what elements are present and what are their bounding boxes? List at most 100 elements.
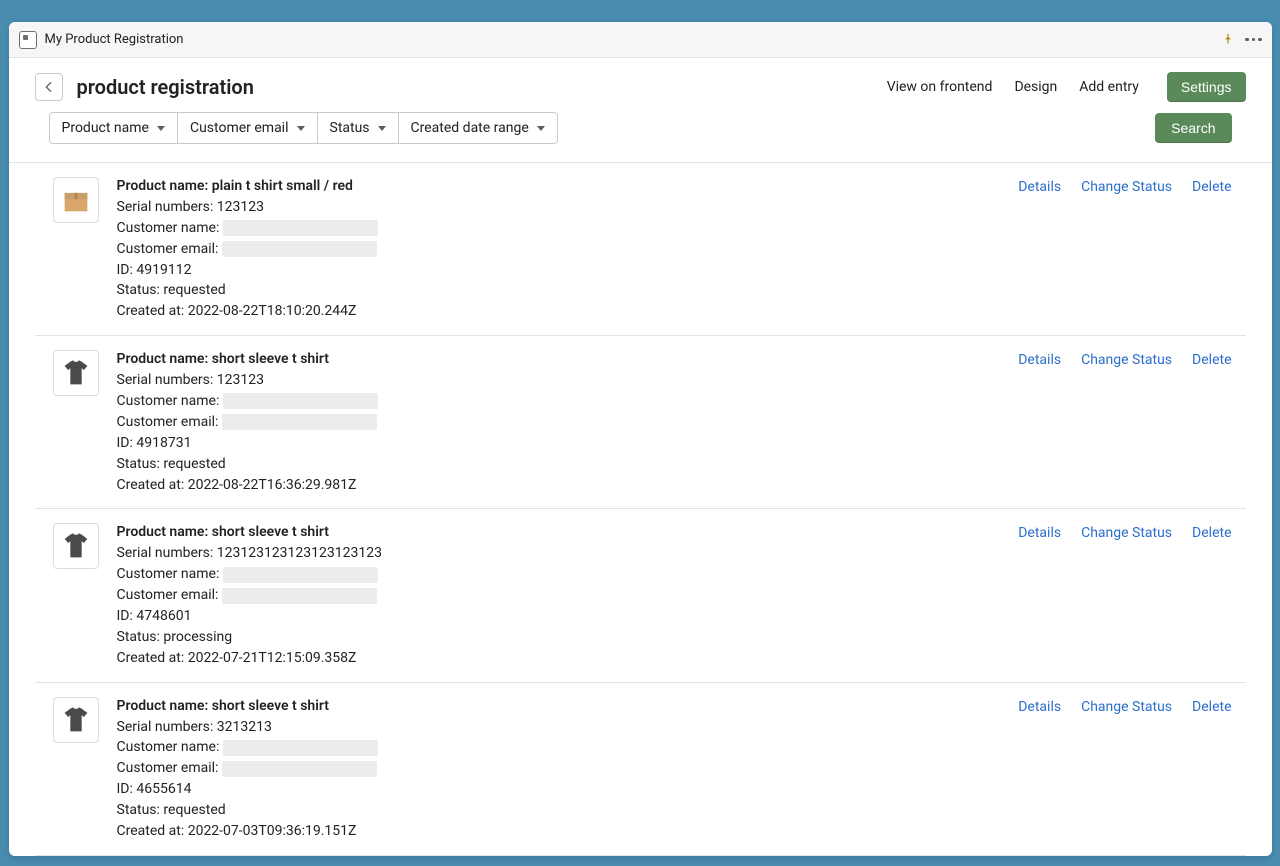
page-header: product registration View on frontend De… <box>9 58 1272 112</box>
entry-actions: Details Change Status Delete <box>1018 177 1231 321</box>
field-value: short sleeve t shirt <box>212 523 329 542</box>
settings-button[interactable]: Settings <box>1167 72 1246 102</box>
app-window: My Product Registration product registra… <box>9 22 1272 856</box>
redacted-value <box>222 241 377 257</box>
entry-field: Status: requested <box>117 455 1001 474</box>
field-value: 2022-08-22T16:36:29.981Z <box>188 476 357 495</box>
redacted-value <box>223 740 378 756</box>
field-label: Customer name: <box>117 738 223 757</box>
chevron-down-icon <box>157 126 165 131</box>
change-status-link[interactable]: Change Status <box>1081 699 1172 715</box>
field-value: processing <box>163 628 232 647</box>
field-label: Status: <box>117 801 164 820</box>
entry-body: Product name: short sleeve t shirt Serial… <box>117 523 1001 667</box>
pin-icon[interactable] <box>1221 33 1235 47</box>
delete-link[interactable]: Delete <box>1192 352 1231 368</box>
field-label: Customer email: <box>117 586 222 605</box>
field-label: Status: <box>117 455 164 474</box>
entry-row: Product name: plain t shirt small / red S… <box>35 163 1246 336</box>
entry-field: Created at: 2022-08-22T18:10:20.244Z <box>117 302 1001 321</box>
entry-field: Customer email: <box>117 586 1001 605</box>
field-value: plain t shirt small / red <box>212 177 353 196</box>
details-link[interactable]: Details <box>1018 699 1061 715</box>
entry-field: ID: 4748601 <box>117 607 1001 626</box>
entry-field: Created at: 2022-07-21T12:15:09.358Z <box>117 649 1001 668</box>
entry-row: Product name: short sleeve t shirt Serial… <box>35 509 1246 682</box>
entry-field: Product name: short sleeve t shirt <box>117 523 1001 542</box>
filter-customer-email[interactable]: Customer email <box>178 112 318 144</box>
delete-link[interactable]: Delete <box>1192 699 1231 715</box>
field-label: Status: <box>117 281 164 300</box>
field-label: ID: <box>117 261 137 280</box>
page-title: product registration <box>77 75 254 99</box>
design-link[interactable]: Design <box>1014 79 1057 95</box>
redacted-value <box>222 414 377 430</box>
entry-row: Product name: short sleeve t shirtSerial… <box>35 336 1246 509</box>
entry-field: Status: requested <box>117 801 1001 820</box>
back-button[interactable] <box>35 73 63 101</box>
entry-field: Serial numbers: 123123123123123123123 <box>117 544 1001 563</box>
entry-field: Serial numbers: 123123 <box>117 371 1001 390</box>
field-value: 4919112 <box>136 261 191 280</box>
topbar: My Product Registration <box>9 22 1272 58</box>
field-label: ID: <box>117 607 137 626</box>
change-status-link[interactable]: Change Status <box>1081 179 1172 195</box>
field-value: 2022-07-21T12:15:09.358Z <box>188 649 357 668</box>
field-label: Serial numbers: <box>117 198 217 217</box>
entry-field: Serial numbers: 123123 <box>117 198 1001 217</box>
filter-label: Created date range <box>411 120 529 136</box>
delete-link[interactable]: Delete <box>1192 179 1231 195</box>
entry-row: Product name: short sleeve t shirt Serial… <box>35 683 1246 856</box>
entry-field: Customer email: <box>117 240 1001 259</box>
filter-label: Product name <box>62 120 149 136</box>
entry-body: Product name: short sleeve t shirtSerial… <box>117 350 1001 494</box>
redacted-value <box>223 567 378 583</box>
entry-field: Customer name: <box>117 392 1001 411</box>
field-label: ID: <box>117 780 137 799</box>
field-value: 3213213 <box>217 718 272 737</box>
search-button[interactable]: Search <box>1155 113 1231 143</box>
filter-status[interactable]: Status <box>318 112 399 144</box>
filter-product-name[interactable]: Product name <box>49 112 178 144</box>
redacted-value <box>223 220 378 236</box>
filter-bar: Product name Customer email Status Creat… <box>9 112 1272 163</box>
field-value: 4748601 <box>136 607 191 626</box>
change-status-link[interactable]: Change Status <box>1081 352 1172 368</box>
entry-field: Customer email: <box>117 413 1001 432</box>
app-title: My Product Registration <box>45 32 184 47</box>
change-status-link[interactable]: Change Status <box>1081 525 1172 541</box>
details-link[interactable]: Details <box>1018 179 1061 195</box>
header-actions: View on frontend Design Add entry Settin… <box>887 72 1246 102</box>
entry-field: Customer name: <box>117 565 1001 584</box>
entry-actions: Details Change Status Delete <box>1018 350 1231 494</box>
entries-list: Product name: plain t shirt small / red S… <box>9 163 1272 856</box>
more-icon[interactable] <box>1245 38 1262 42</box>
field-label: Created at: <box>117 476 188 495</box>
entry-field: Customer email: <box>117 759 1001 778</box>
field-value: 123123 <box>217 371 264 390</box>
field-label: Customer name: <box>117 219 223 238</box>
details-link[interactable]: Details <box>1018 352 1061 368</box>
entry-field: Customer name: <box>117 219 1001 238</box>
field-label: Product name: <box>117 177 212 196</box>
details-link[interactable]: Details <box>1018 525 1061 541</box>
entry-field: Created at: 2022-08-22T16:36:29.981Z <box>117 476 1001 495</box>
field-label: Created at: <box>117 302 188 321</box>
field-label: Serial numbers: <box>117 718 217 737</box>
redacted-value <box>223 393 378 409</box>
filter-created-range[interactable]: Created date range <box>399 112 558 144</box>
field-value: 2022-07-03T09:36:19.151Z <box>188 822 357 841</box>
field-value: 4918731 <box>136 434 191 453</box>
entry-field: ID: 4918731 <box>117 434 1001 453</box>
field-value: requested <box>163 455 225 474</box>
entry-field: Customer name: <box>117 738 1001 757</box>
delete-link[interactable]: Delete <box>1192 525 1231 541</box>
entry-actions: Details Change Status Delete <box>1018 697 1231 841</box>
entry-field: Product name: short sleeve t shirt <box>117 697 1001 716</box>
entry-field: Created at: 2022-07-03T09:36:19.151Z <box>117 822 1001 841</box>
view-frontend-link[interactable]: View on frontend <box>887 79 993 95</box>
add-entry-link[interactable]: Add entry <box>1079 79 1139 95</box>
chevron-down-icon <box>537 126 545 131</box>
entry-field: Product name: plain t shirt small / red <box>117 177 1001 196</box>
field-value: 123123123123123123123 <box>217 544 382 563</box>
